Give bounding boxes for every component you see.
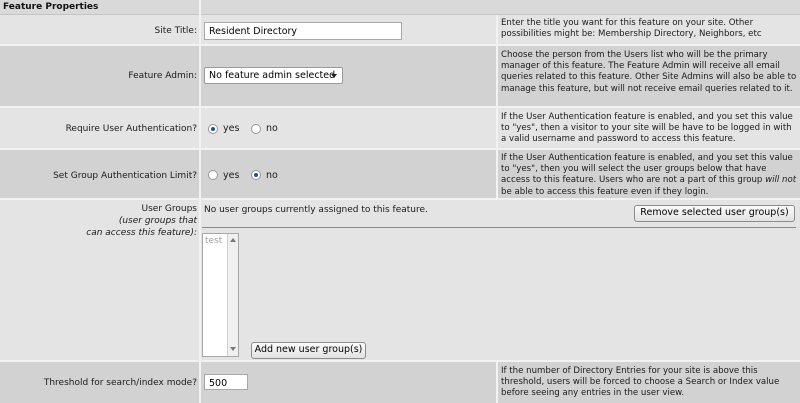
user-groups-divider bbox=[202, 227, 796, 228]
require-auth-yes-radio[interactable] bbox=[208, 124, 218, 134]
feature-admin-help: Choose the person from the Users list wh… bbox=[501, 50, 797, 94]
scroll-down-icon[interactable] bbox=[230, 347, 236, 351]
row-divider bbox=[0, 148, 800, 150]
group-auth-yes-label: yes bbox=[223, 170, 240, 181]
group-auth-yes-radio[interactable] bbox=[208, 170, 218, 180]
list-scrollbar[interactable] bbox=[227, 234, 238, 356]
site-title-help: Enter the title you want for this featur… bbox=[501, 18, 762, 40]
user-groups-label: User Groups (user groups that can access… bbox=[0, 203, 197, 239]
chevron-down-icon bbox=[331, 74, 337, 78]
column-divider bbox=[496, 360, 498, 403]
remove-user-groups-button[interactable]: Remove selected user group(s) bbox=[634, 205, 795, 222]
feature-admin-select[interactable]: No feature admin selected bbox=[204, 67, 343, 84]
scroll-up-icon[interactable] bbox=[230, 238, 236, 242]
require-auth-no-label: no bbox=[266, 123, 278, 134]
header-title: Feature Properties bbox=[3, 2, 99, 12]
add-user-groups-button[interactable]: Add new user group(s) bbox=[251, 342, 366, 359]
column-divider bbox=[199, 0, 201, 403]
group-auth-help-text: If the User Authentication feature is en… bbox=[501, 153, 793, 186]
site-title-input[interactable]: Resident Directory bbox=[204, 22, 402, 40]
row-divider bbox=[0, 198, 800, 200]
group-auth-no-label: no bbox=[266, 170, 278, 181]
row-divider bbox=[0, 44, 800, 46]
feature-admin-label: Feature Admin: bbox=[128, 71, 197, 81]
threshold-help: If the number of Directory Entries for y… bbox=[501, 366, 780, 399]
site-title-label: Site Title: bbox=[154, 26, 197, 36]
properties-header: Feature Properties bbox=[0, 0, 800, 15]
group-auth-help: If the User Authentication feature is en… bbox=[501, 153, 797, 198]
require-auth-yes-label: yes bbox=[223, 123, 240, 134]
user-groups-label-hint: (user groups that bbox=[118, 216, 197, 226]
require-auth-help: If the User Authentication feature is en… bbox=[501, 112, 793, 145]
list-item[interactable]: test bbox=[205, 236, 222, 246]
row-divider bbox=[0, 360, 800, 362]
require-auth-no-radio[interactable] bbox=[251, 124, 261, 134]
group-auth-label: Set Group Authentication Limit? bbox=[53, 171, 197, 181]
no-groups-message: No user groups currently assigned to thi… bbox=[204, 205, 428, 215]
threshold-label: Threshold for search/index mode? bbox=[43, 378, 197, 388]
group-auth-help-emphasis: will not bbox=[765, 175, 797, 186]
require-auth-label: Require User Authentication? bbox=[65, 124, 197, 134]
row-divider bbox=[0, 106, 800, 108]
threshold-input[interactable]: 500 bbox=[204, 374, 248, 390]
feature-admin-selected-value: No feature admin selected bbox=[209, 70, 336, 81]
group-auth-help-text-end: be able to access this feature even if t… bbox=[501, 186, 709, 197]
available-user-groups-list[interactable]: test bbox=[202, 233, 239, 357]
column-divider bbox=[496, 15, 498, 200]
user-groups-label-title: User Groups bbox=[141, 204, 197, 214]
user-groups-label-hint-end: can access this feature): bbox=[86, 228, 197, 238]
group-auth-no-radio[interactable] bbox=[251, 170, 261, 180]
